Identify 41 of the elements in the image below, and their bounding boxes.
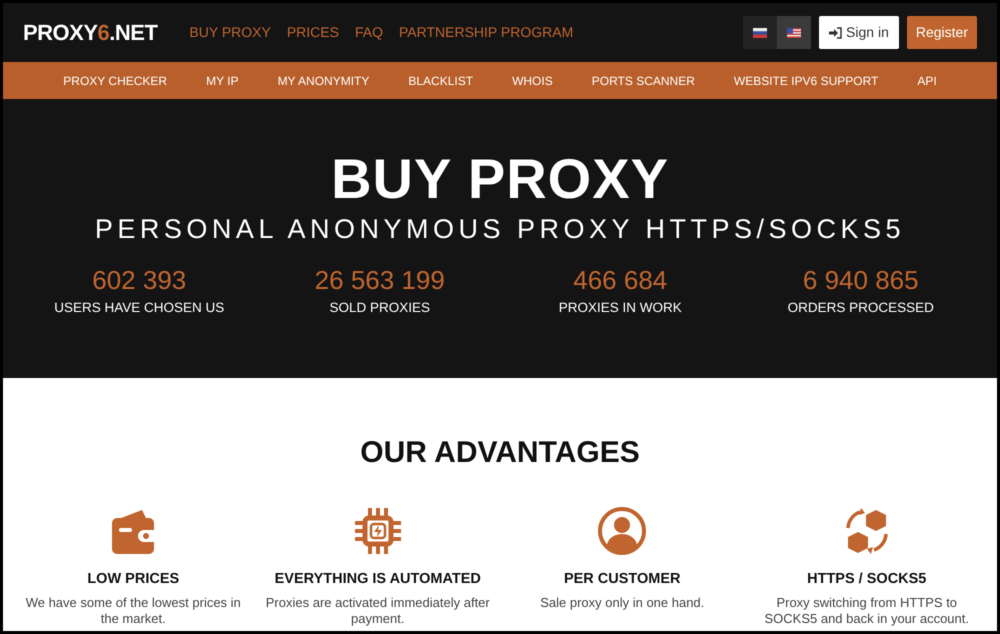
feature-title: LOW PRICES	[87, 570, 180, 589]
stat-label: ORDERS PROCESSED	[788, 299, 934, 318]
sign-in-button[interactable]: Sign in	[819, 16, 899, 49]
hero-subtitle: PERSONAL ANONYMOUS PROXY HTTPS/SOCKS5	[94, 213, 906, 246]
nav-link[interactable]: API	[917, 72, 937, 90]
nav-link[interactable]: MY IP	[206, 72, 239, 90]
nav-link[interactable]: PRICES	[286, 22, 339, 43]
nav-link[interactable]: BUY PROXY	[189, 22, 271, 43]
hero-title: BUY PROXY	[330, 151, 670, 207]
nav-link[interactable]: BLACKLIST	[408, 72, 474, 90]
nav-link[interactable]: MY ANONYMITY	[278, 72, 370, 90]
register-button[interactable]: Register	[906, 16, 977, 49]
flag-icon	[787, 28, 802, 38]
feature-description: We have some of the lowest prices in the market.	[24, 594, 242, 628]
nav-link[interactable]: PARTNERSHIP PROGRAM	[398, 22, 574, 43]
stat-label: SOLD PROXIES	[329, 299, 430, 318]
stat-value: 466 684	[573, 266, 668, 294]
feature-title: EVERYTHING IS AUTOMATED	[274, 570, 481, 589]
feature-description: Sale proxy only in one hand.	[540, 594, 704, 611]
flag-icon	[753, 28, 768, 38]
logo[interactable]: PROXY6.NET	[23, 16, 158, 49]
sign-in-icon	[829, 26, 842, 38]
nav-link[interactable]: WHOIS	[512, 72, 553, 90]
stat-label: USERS HAVE CHOSEN US	[54, 299, 224, 318]
section-title: OUR ADVANTAGES	[359, 435, 641, 471]
stat-label: PROXIES IN WORK	[558, 299, 682, 318]
language-button[interactable]	[743, 16, 778, 49]
nav-link[interactable]: PORTS SCANNER	[592, 72, 695, 90]
nav-link[interactable]: FAQ	[354, 22, 383, 43]
stat-value: 602 393	[92, 266, 186, 294]
stat-value: 26 563 199	[314, 266, 445, 294]
nav-link[interactable]: PROXY CHECKER	[63, 72, 168, 90]
feature-description: Proxy switching from HTTPS to SOCKS5 and back in your account.	[763, 594, 970, 628]
nav-link[interactable]: WEBSITE IPV6 SUPPORT	[734, 72, 878, 90]
feature-title: HTTPS / SOCKS5	[807, 570, 926, 589]
chip-icon	[352, 505, 403, 557]
feature-description: Proxies are activated immediately after payment.	[264, 594, 491, 628]
user-icon	[597, 505, 648, 557]
language-button[interactable]	[777, 16, 812, 49]
stat-value: 6 940 865	[802, 266, 919, 294]
feature-title: PER CUSTOMER	[564, 570, 681, 589]
